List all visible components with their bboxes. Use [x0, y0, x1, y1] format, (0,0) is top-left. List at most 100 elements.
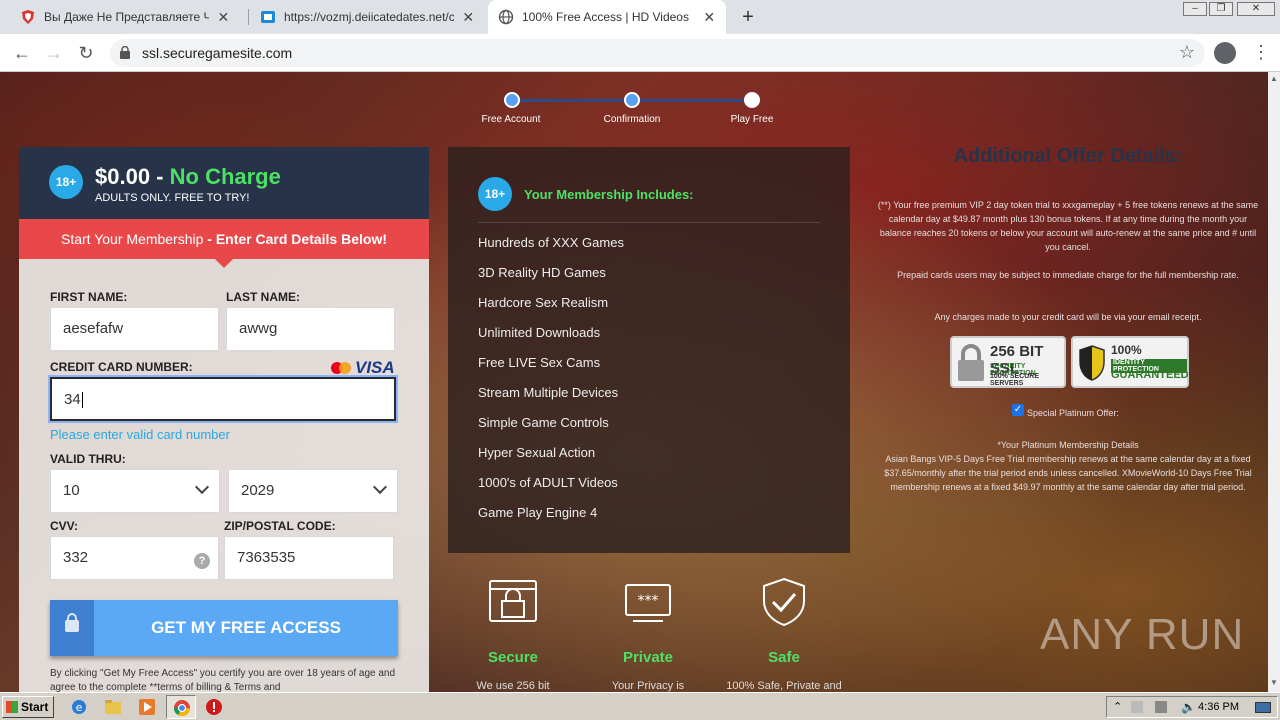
menu-dots-icon[interactable]: ⋮	[1252, 42, 1270, 63]
bookmark-star-icon[interactable]: ☆	[1179, 42, 1195, 63]
chevron-down-icon	[372, 479, 388, 495]
help-icon[interactable]: ?	[194, 553, 210, 569]
scroll-up-icon[interactable]: ▲	[1270, 74, 1278, 83]
step-dot-play-free	[744, 92, 760, 108]
list-item: 1000's of ADULT Videos	[478, 475, 618, 490]
cta-label: GET MY FREE ACCESS	[151, 618, 341, 637]
scroll-down-icon[interactable]: ▼	[1270, 678, 1278, 687]
tray-app-icon[interactable]	[1131, 701, 1143, 713]
watermark-logo: ANY RUN	[1040, 610, 1245, 659]
price-text: $0.00 -	[95, 164, 164, 189]
address-bar[interactable]: ssl.securegamesite.com ☆	[110, 39, 1205, 67]
banner-pointer	[215, 259, 233, 268]
page-scrollbar[interactable]: ▲ ▼	[1268, 72, 1280, 692]
special-offer-checkbox[interactable]: ✓	[1012, 404, 1024, 416]
cvv-value: 332	[63, 549, 89, 566]
close-icon[interactable]: ✕	[703, 9, 716, 26]
close-window-button[interactable]: ✕	[1237, 2, 1275, 16]
offer-paragraph: (**) Your free premium VIP 2 day token t…	[877, 200, 1259, 252]
shield-check-icon	[763, 577, 805, 627]
tray-expand-icon[interactable]: ⌃	[1113, 700, 1122, 713]
stop-icon[interactable]	[205, 698, 223, 716]
network-icon[interactable]	[1155, 701, 1167, 713]
price-heading: $0.00 - No Charge	[95, 164, 281, 190]
cvv-label: CVV:	[50, 519, 79, 533]
close-icon[interactable]: ✕	[217, 9, 230, 26]
divider	[478, 222, 820, 223]
offer-paragraph: Any charges made to your credit card wil…	[934, 312, 1202, 322]
svg-text:e: e	[76, 701, 83, 714]
seal-line: GUARANTEED	[1111, 369, 1189, 381]
start-label: Start	[21, 700, 49, 714]
year-value: 2029	[241, 482, 275, 499]
taskbar-chrome-button[interactable]	[166, 695, 196, 719]
globe-icon	[498, 9, 514, 25]
adults-only-text: ADULTS ONLY. FREE TO TRY!	[95, 192, 250, 204]
address-toolbar: ← → ↻ ssl.securegamesite.com ☆	[0, 34, 1280, 72]
url-text: ssl.securegamesite.com	[142, 45, 293, 61]
show-desktop-icon[interactable]	[1255, 702, 1271, 713]
svg-text:***: ***	[638, 593, 659, 609]
minimize-button[interactable]: –	[1183, 2, 1207, 16]
month-value: 10	[63, 482, 80, 499]
tab-2[interactable]: https://vozmj.deiicatedates.net/c/d ✕	[250, 0, 485, 34]
step-dot-confirmation	[624, 92, 640, 108]
get-free-access-button[interactable]: GET MY FREE ACCESS	[50, 600, 398, 656]
feature-title-secure: Secure	[487, 649, 539, 666]
list-item: Simple Game Controls	[478, 415, 609, 430]
chrome-icon	[173, 700, 191, 717]
tab-title: Вы Даже Не Представляете Что Мо	[44, 10, 209, 24]
list-item: Unlimited Downloads	[478, 325, 601, 340]
media-player-icon[interactable]	[138, 698, 156, 716]
banner-bold-text: - Enter Card Details Below!	[207, 231, 387, 247]
list-item: Hyper Sexual Action	[478, 445, 596, 460]
cvv-field[interactable]: 332?	[50, 536, 219, 580]
start-button[interactable]: Start	[2, 696, 54, 718]
feature-sub-safe: 100% Safe, Private and	[726, 680, 842, 692]
first-name-field[interactable]: aesefafw	[50, 307, 219, 351]
reload-icon[interactable]: ↻	[75, 42, 97, 64]
membership-panel: 18+ Your Membership Includes: Hundreds o…	[448, 147, 850, 553]
offer-paragraph: *Your Platinum Membership Details	[997, 440, 1139, 450]
padlock-icon	[958, 344, 984, 381]
banner-text: Start Your Membership	[61, 231, 204, 247]
volume-icon[interactable]: 🔈	[1181, 700, 1196, 714]
disclaimer-text: By clicking "Get My Free Access" you cer…	[50, 668, 396, 692]
step-label: Confirmation	[603, 114, 661, 125]
expiry-year-select[interactable]: 2029	[228, 469, 398, 513]
folder-icon[interactable]	[104, 698, 122, 716]
expiry-month-select[interactable]: 10	[50, 469, 220, 513]
ie-icon[interactable]: e	[70, 698, 88, 716]
last-name-label: LAST NAME:	[226, 290, 300, 304]
offer-paragraph: Prepaid cards users may be subject to im…	[897, 270, 1239, 280]
chevron-down-icon	[194, 479, 210, 495]
age-badge: 18+	[478, 177, 512, 211]
new-tab-button[interactable]: +	[738, 6, 758, 29]
back-arrow-icon[interactable]: ←	[11, 42, 33, 64]
tab-separator	[248, 9, 249, 25]
site-icon	[261, 11, 275, 23]
list-item: Hundreds of XXX Games	[478, 235, 624, 250]
card-number-field[interactable]: 34	[50, 377, 396, 421]
tab-3-active[interactable]: 100% Free Access | HD Videos ✕	[488, 0, 726, 34]
secure-window-icon	[489, 580, 537, 622]
shield-icon	[1079, 345, 1105, 381]
shield-icon	[22, 10, 34, 24]
list-item: Hardcore Sex Realism	[478, 295, 609, 310]
maximize-button[interactable]: ❐	[1209, 2, 1233, 16]
profile-avatar-icon[interactable]	[1214, 42, 1236, 64]
tab-1[interactable]: Вы Даже Не Представляете Что Мо ✕	[10, 0, 240, 34]
forward-arrow-icon[interactable]: →	[43, 42, 65, 64]
signup-form-panel: 18+ $0.00 - No Charge ADULTS ONLY. FREE …	[19, 147, 429, 692]
valid-thru-label: VALID THRU:	[50, 452, 126, 466]
zip-field[interactable]: 7363535	[224, 536, 394, 580]
last-name-field[interactable]: awwg	[226, 307, 395, 351]
membership-title: Your Membership Includes:	[524, 187, 694, 202]
visa-logo: VISA	[355, 358, 395, 377]
close-icon[interactable]: ✕	[462, 9, 475, 26]
privacy-seal: 100% PRIVACY IDENTITY PROTECTION GUARANT…	[1071, 336, 1189, 388]
step-label: Free Account	[481, 114, 541, 125]
feature-sub-private: Your Privacy is	[611, 680, 685, 692]
offer-paragraph: Asian Bangs VIP-5 Days Free Trial member…	[884, 454, 1252, 492]
feature-sub-secure: We use 256 bit	[476, 680, 550, 692]
